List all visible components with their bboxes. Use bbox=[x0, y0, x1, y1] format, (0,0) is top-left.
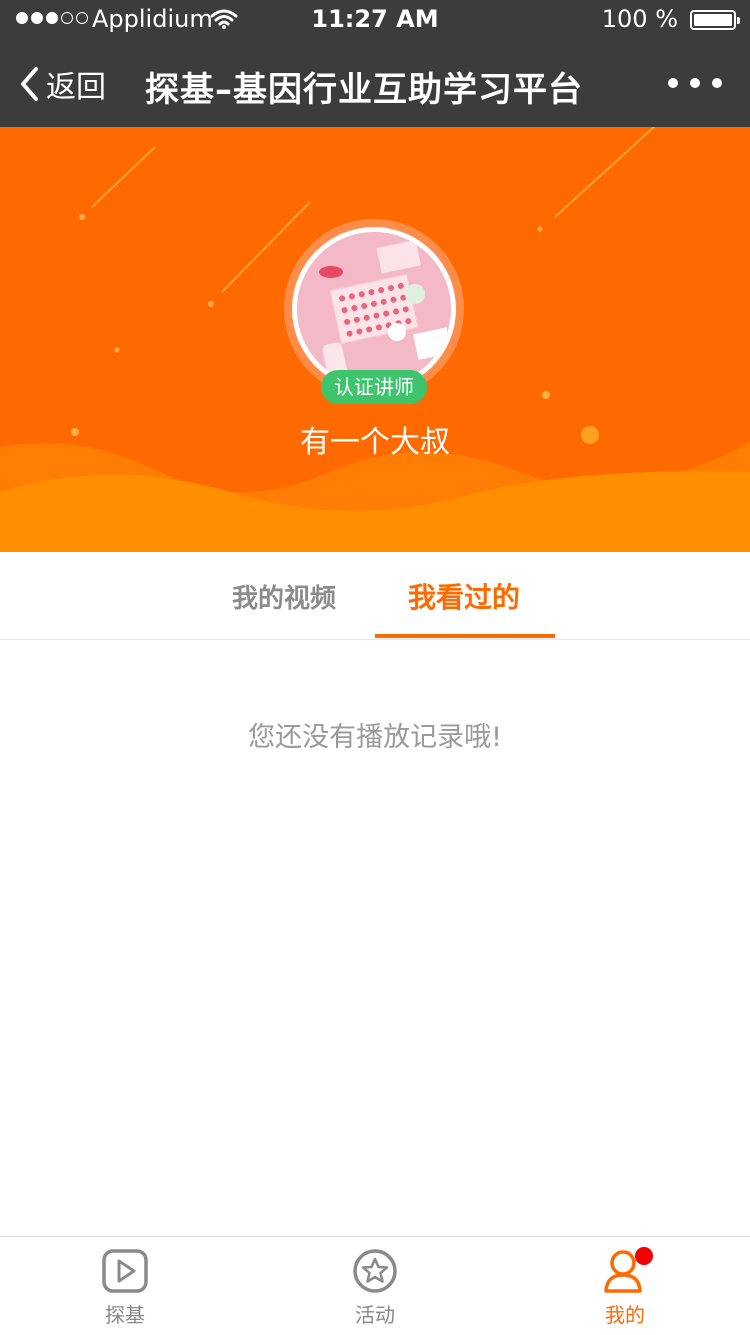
tabbar-item-tanji[interactable]: 探基 bbox=[0, 1237, 250, 1335]
avatar-image bbox=[297, 232, 451, 386]
content-tabs: 我的视频 我看过的 bbox=[0, 552, 750, 640]
status-bar: Applidium 11:27 AM 100 % bbox=[0, 0, 750, 40]
tabbar-label: 活动 bbox=[355, 1303, 395, 1327]
empty-state-message: 您还没有播放记录哦! bbox=[248, 722, 502, 753]
back-label: 返回 bbox=[46, 70, 106, 105]
active-tab-indicator bbox=[375, 634, 555, 638]
tabbar-label: 我的 bbox=[605, 1303, 645, 1327]
user-name: 有一个大叔 bbox=[300, 425, 450, 460]
battery-percent: 100 % bbox=[601, 5, 678, 33]
profile-banner: 认证讲师 有一个大叔 bbox=[0, 127, 750, 552]
tabbar-label: 探基 bbox=[105, 1303, 145, 1327]
battery-icon bbox=[690, 10, 740, 30]
tabbar-item-mine[interactable]: 我的 bbox=[500, 1237, 750, 1335]
notification-dot bbox=[635, 1247, 653, 1265]
navigation-bar: 返回 探基–基因行业互助学习平台 bbox=[0, 40, 750, 127]
tab-my-videos[interactable]: 我的视频 bbox=[232, 578, 336, 615]
more-options-button[interactable] bbox=[668, 78, 722, 88]
tab-watched[interactable]: 我看过的 bbox=[408, 576, 520, 616]
top-bar: Applidium 11:27 AM 100 % 返回 探基–基因行业互助学习平… bbox=[0, 0, 750, 127]
bottom-tab-bar: 探基 活动 我的 bbox=[0, 1236, 750, 1335]
back-button[interactable]: 返回 bbox=[18, 62, 106, 106]
chevron-left-icon bbox=[21, 67, 38, 101]
certified-lecturer-badge: 认证讲师 bbox=[321, 370, 427, 404]
tabbar-item-activities[interactable]: 活动 bbox=[250, 1237, 500, 1335]
play-icon bbox=[102, 1249, 148, 1293]
page-title: 探基–基因行业互助学习平台 bbox=[145, 70, 583, 110]
star-icon bbox=[353, 1249, 397, 1293]
